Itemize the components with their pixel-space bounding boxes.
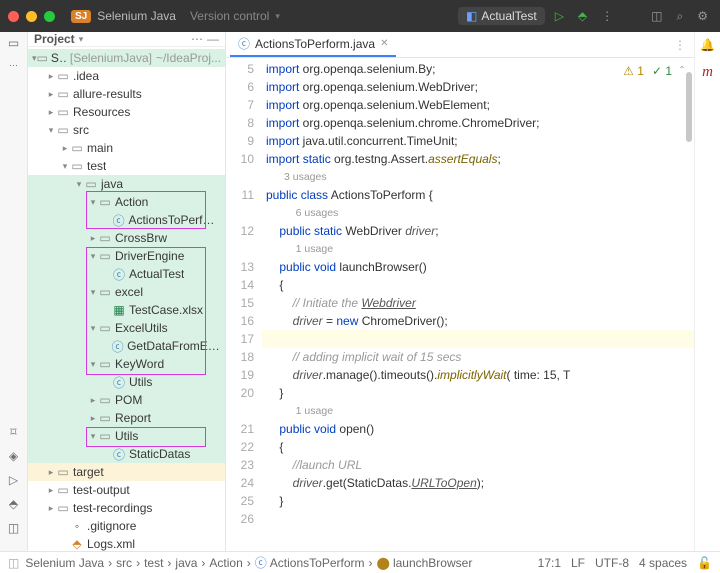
project-tool-icon[interactable]: ▭ <box>8 36 19 50</box>
breadcrumbs[interactable]: Selenium Java›src›test›java›Action›ⓒ Act… <box>25 554 531 571</box>
code-with-me-icon[interactable]: ◫ <box>647 9 666 23</box>
code-body[interactable]: import org.openqa.selenium.By;import org… <box>262 58 694 551</box>
scroll-thumb[interactable] <box>686 72 692 142</box>
tree-idea[interactable]: ▸▭.idea <box>28 67 225 85</box>
tree-allure[interactable]: ▸▭allure-results <box>28 85 225 103</box>
tree-pom[interactable]: ▸▭POM <box>28 391 225 409</box>
tree-java[interactable]: ▾▭java <box>28 175 225 193</box>
code-editor[interactable]: ⚠ 1 ✓ 1 ˆ 567891011121314151617181920212… <box>226 58 694 551</box>
tree-root[interactable]: ▾▭Selenium Java[SeleniumJava]~/IdeaProj.… <box>28 49 225 67</box>
tree-keyword[interactable]: ▾▭KeyWord <box>28 355 225 373</box>
readonly-icon[interactable]: 🔓 <box>697 556 712 570</box>
tree-actionsperform[interactable]: ⓒActionsToPerform <box>28 211 225 229</box>
hide-icon[interactable]: — <box>207 32 219 46</box>
minimize-window-icon[interactable] <box>26 11 37 22</box>
settings-icon[interactable]: ⚙ <box>693 9 712 23</box>
tree-testoutput[interactable]: ▸▭test-output <box>28 481 225 499</box>
debug-button[interactable]: ⬘ <box>574 9 591 23</box>
line-gutter[interactable]: 567891011121314151617181920212223242526 <box>226 58 262 551</box>
project-sidebar: Project ▾ ⋯ — ▾▭Selenium Java[SeleniumJa… <box>28 32 226 551</box>
structure-tool-icon[interactable]: ⋯ <box>9 60 18 71</box>
tree-testrec[interactable]: ▸▭test-recordings <box>28 499 225 517</box>
sidebar-title: Project <box>34 32 75 46</box>
terminal-icon[interactable]: ⌑ <box>10 425 16 439</box>
close-window-icon[interactable] <box>8 11 19 22</box>
maximize-window-icon[interactable] <box>44 11 55 22</box>
run-config-selector[interactable]: ◧ ActualTest <box>458 7 545 25</box>
tree-driverengine[interactable]: ▾▭DriverEngine <box>28 247 225 265</box>
build-tool-icon[interactable]: ◫ <box>8 521 19 535</box>
chevron-down-icon[interactable]: ▾ <box>79 34 84 45</box>
tree-utils2[interactable]: ▾▭Utils <box>28 427 225 445</box>
tree-action[interactable]: ▾▭Action <box>28 193 225 211</box>
project-tree[interactable]: ▾▭Selenium Java[SeleniumJava]~/IdeaProj.… <box>28 47 225 551</box>
vcs-menu[interactable]: Version control <box>190 9 269 23</box>
tree-main[interactable]: ▸▭main <box>28 139 225 157</box>
chevron-down-icon: ▾ <box>275 11 280 22</box>
notifications-icon[interactable]: 🔔 <box>700 38 715 52</box>
more-actions-icon[interactable]: ⋮ <box>597 9 617 23</box>
titlebar: SJ Selenium Java Version control ▾ ◧ Act… <box>0 0 720 32</box>
close-tab-icon[interactable]: ✕ <box>380 38 388 49</box>
tree-testcase-xlsx[interactable]: ▦TestCase.xlsx <box>28 301 225 319</box>
project-badge: SJ <box>71 10 91 23</box>
tree-actualtest[interactable]: ⓒActualTest <box>28 265 225 283</box>
tree-test[interactable]: ▾▭test <box>28 157 225 175</box>
editor-area: ⓒ ActionsToPerform.java ✕ ⋮ ⚠ 1 ✓ 1 ˆ 56… <box>226 32 694 551</box>
right-tool-rail: 🔔 m <box>694 32 720 551</box>
tab-more-icon[interactable]: ⋮ <box>666 32 694 57</box>
tree-gitignore[interactable]: ◦.gitignore <box>28 517 225 535</box>
run-tool-icon[interactable]: ▷ <box>9 473 18 487</box>
tree-report[interactable]: ▸▭Report <box>28 409 225 427</box>
tree-getdata[interactable]: ⓒGetDataFromExcel <box>28 337 225 355</box>
tree-src[interactable]: ▾▭src <box>28 121 225 139</box>
run-config-label: ActualTest <box>481 9 536 23</box>
vcs-icon[interactable]: ◈ <box>9 449 18 463</box>
search-icon[interactable]: ⌕ <box>673 9 688 24</box>
statusbar: ◫ Selenium Java›src›test›java›Action›ⓒ A… <box>0 551 720 573</box>
window-controls[interactable] <box>8 11 55 22</box>
maven-icon[interactable]: m <box>702 64 713 81</box>
tab-label: ActionsToPerform.java <box>255 37 375 51</box>
tree-logsxml[interactable]: ⬘Logs.xml <box>28 535 225 551</box>
run-button[interactable]: ▷ <box>551 9 568 23</box>
editor-tabs: ⓒ ActionsToPerform.java ✕ ⋮ <box>226 32 694 58</box>
debug-tool-icon[interactable]: ⬘ <box>9 497 18 511</box>
scrollbar[interactable] <box>684 58 694 551</box>
tree-crossbrw[interactable]: ▸▭CrossBrw <box>28 229 225 247</box>
file-encoding[interactable]: UTF-8 <box>595 556 629 570</box>
tool-window-icon[interactable]: ◫ <box>8 556 19 570</box>
sidebar-header: Project ▾ ⋯ — <box>28 32 225 47</box>
more-icon[interactable]: ⋯ <box>191 32 203 46</box>
class-icon: ⓒ <box>238 35 250 52</box>
indent-info[interactable]: 4 spaces <box>639 556 687 570</box>
tree-utils1[interactable]: ⓒUtils <box>28 373 225 391</box>
tree-staticdatas[interactable]: ⓒStaticDatas <box>28 445 225 463</box>
line-separator[interactable]: LF <box>571 556 585 570</box>
tree-target[interactable]: ▸▭target <box>28 463 225 481</box>
test-icon: ◧ <box>466 9 477 23</box>
tree-excel[interactable]: ▾▭excel <box>28 283 225 301</box>
tree-excelutils[interactable]: ▾▭ExcelUtils <box>28 319 225 337</box>
project-name[interactable]: Selenium Java <box>97 9 176 23</box>
left-tool-rail: ▭ ⋯ ⌑ ◈ ▷ ⬘ ◫ <box>0 32 28 551</box>
caret-position[interactable]: 17:1 <box>538 556 561 570</box>
tab-actionsperform[interactable]: ⓒ ActionsToPerform.java ✕ <box>230 32 396 57</box>
tree-resources[interactable]: ▸▭Resources <box>28 103 225 121</box>
